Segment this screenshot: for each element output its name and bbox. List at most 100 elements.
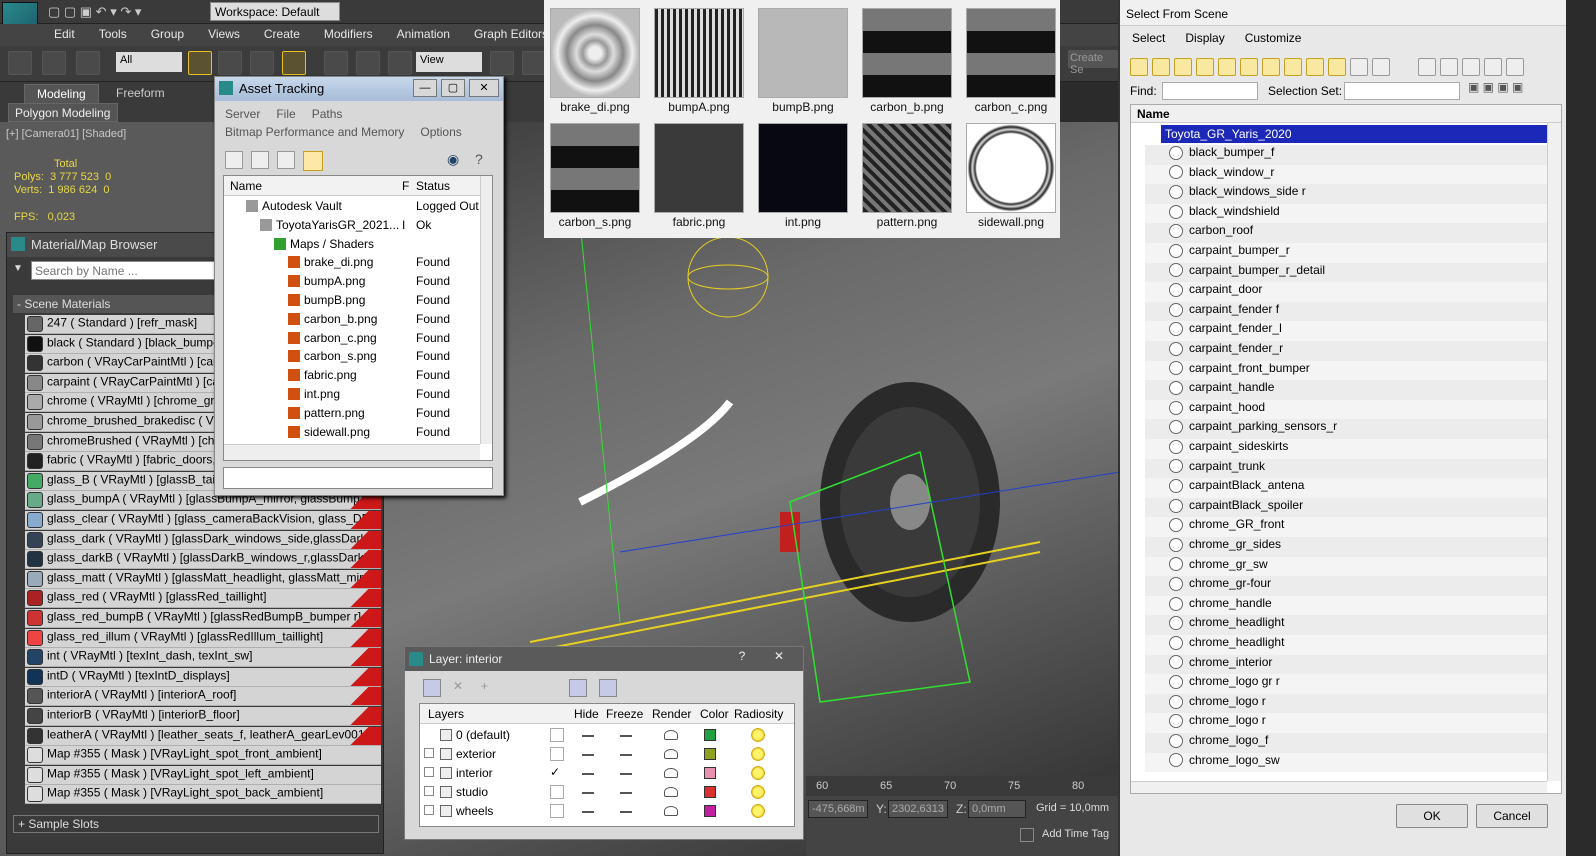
scene-object-row[interactable]: black_windshield (1145, 203, 1557, 224)
minimize-button[interactable]: — (413, 79, 437, 97)
close-button[interactable]: ✕ (469, 79, 499, 97)
refresh-icon[interactable] (225, 151, 243, 169)
scene-object-row[interactable]: black_bumper_f (1145, 145, 1557, 165)
scene-object-row[interactable]: chrome_headlight (1145, 615, 1557, 635)
menu-tools[interactable]: Tools (87, 24, 139, 44)
timeline-ruler[interactable]: 60 65 70 75 80 (806, 776, 1118, 796)
menu-edit[interactable]: Edit (42, 24, 87, 44)
tab-modeling[interactable]: Modeling (24, 84, 99, 104)
layer-col-radiosity[interactable]: Radiosity (734, 707, 783, 721)
freeze-toggle-icon[interactable] (620, 811, 632, 813)
rotate-icon[interactable] (356, 51, 380, 75)
menu-server[interactable]: Server (217, 105, 268, 123)
asset-row[interactable]: sidewall.png Found (224, 423, 480, 442)
scene-object-row[interactable]: chrome_logo r (1145, 713, 1557, 733)
scene-object-row[interactable]: carpaint_parking_sensors_r (1145, 419, 1557, 439)
filter-icon[interactable] (1484, 58, 1502, 76)
sfs-vertical-scrollbar[interactable] (1547, 123, 1561, 781)
display-all-icon[interactable] (1418, 58, 1436, 76)
asset-row[interactable]: bumpB.png Found (224, 291, 480, 310)
scene-object-row[interactable]: carpaintBlack_spoiler (1145, 497, 1557, 518)
menu-create[interactable]: Create (252, 24, 312, 44)
scene-object-row[interactable]: chrome_interior (1145, 654, 1557, 675)
layer-row[interactable]: interior ✓ (420, 764, 794, 783)
menu-bitmap-performance[interactable]: Bitmap Performance and Memory (217, 123, 412, 141)
search-options-icon[interactable]: ▼ (13, 263, 27, 277)
scene-object-row[interactable]: chrome_gr-four (1145, 576, 1557, 596)
scene-object-row[interactable]: carbon_roof (1145, 223, 1557, 243)
quick-access-icons[interactable]: ▢ ▢ ▣ ↶ ▾ ↷ ▾ (48, 4, 198, 20)
select-object-icon[interactable] (188, 51, 212, 75)
material-item[interactable]: glass_darkB ( VRayMtl ) [glassDarkB_wind… (25, 550, 381, 570)
named-selection-input[interactable]: Create Se (1068, 50, 1118, 76)
vertical-scrollbar[interactable] (480, 176, 492, 444)
texture-thumbnail[interactable] (550, 123, 640, 213)
scene-object-row[interactable]: carpaint_sideskirts (1145, 439, 1557, 459)
select-by-name-icon[interactable] (218, 51, 242, 75)
unlink-icon[interactable] (42, 51, 66, 75)
layer-color-swatch[interactable] (704, 805, 716, 817)
layer-col-layers[interactable]: Layers (428, 707, 464, 721)
window-crossing-icon[interactable] (282, 51, 306, 75)
layer-color-swatch[interactable] (704, 767, 716, 779)
freeze-all-icon[interactable] (599, 679, 617, 697)
geometry-filter-icon[interactable] (1130, 58, 1148, 76)
xref-filter-icon[interactable] (1284, 58, 1302, 76)
list-view-icon[interactable] (251, 151, 269, 169)
scene-object-row[interactable]: chrome_logo_f (1145, 733, 1557, 753)
sfs-menu-display[interactable]: Display (1185, 31, 1224, 45)
material-item[interactable]: Map #355 ( Mask ) [VRayLight_spot_back_a… (25, 785, 381, 805)
workspace-dropdown[interactable]: Workspace: Default (210, 2, 340, 21)
sfs-horizontal-scrollbar[interactable] (1131, 781, 1547, 793)
frozen-filter-icon[interactable] (1350, 58, 1368, 76)
light-filter-icon[interactable] (1174, 58, 1192, 76)
menu-file[interactable]: File (268, 105, 303, 123)
add-to-layer-icon[interactable]: + (481, 679, 499, 697)
material-item[interactable]: glass_clear ( VRayMtl ) [glass_cameraBac… (25, 511, 381, 530)
hide-toggle-icon[interactable] (582, 773, 594, 775)
expand-icon[interactable] (424, 748, 434, 758)
scene-root[interactable]: Toyota_GR_Yaris_2020 (1161, 125, 1551, 143)
freeze-toggle-icon[interactable] (620, 735, 632, 737)
sfs-menu-select[interactable]: Select (1132, 31, 1165, 45)
find-input[interactable] (1162, 82, 1258, 100)
render-teapot-icon[interactable] (664, 730, 678, 740)
select-manipulate-icon[interactable] (522, 51, 546, 75)
create-layer-icon[interactable] (423, 679, 441, 697)
y-coordinate[interactable]: 2302,6313 (888, 800, 948, 818)
hide-toggle-icon[interactable] (582, 735, 594, 737)
current-layer-checkbox[interactable] (550, 785, 564, 799)
display-none-icon[interactable] (1440, 58, 1458, 76)
scene-object-row[interactable]: chrome_headlight (1145, 635, 1557, 655)
bind-space-warp-icon[interactable] (76, 51, 100, 75)
menu-options[interactable]: Options (412, 123, 469, 141)
current-layer-checkbox[interactable] (550, 747, 564, 761)
menu-modifiers[interactable]: Modifiers (312, 24, 385, 44)
cancel-button[interactable]: Cancel (1476, 804, 1548, 828)
scene-object-row[interactable]: chrome_gr_sw (1145, 556, 1557, 577)
viewport-label[interactable]: [+] [Camera01] [Shaded] (6, 128, 126, 140)
material-item[interactable]: glass_red ( VRayMtl ) [glassRed_tailligh… (25, 589, 381, 609)
freeze-toggle-icon[interactable] (620, 773, 632, 775)
render-teapot-icon[interactable] (664, 787, 678, 797)
layer-row[interactable]: exterior (420, 745, 794, 764)
selection-filter-dropdown[interactable]: All (116, 52, 182, 72)
current-layer-checkbox[interactable] (550, 804, 564, 818)
vault-icon[interactable]: ◉ (447, 151, 465, 169)
group-filter-icon[interactable] (1262, 58, 1280, 76)
help-button[interactable]: ? (727, 649, 757, 667)
scene-object-row[interactable]: carpaintBlack_antena (1145, 478, 1557, 498)
radiosity-icon[interactable] (750, 746, 766, 762)
menu-animation[interactable]: Animation (385, 24, 462, 44)
expand-icon[interactable] (424, 786, 434, 796)
hide-toggle-icon[interactable] (582, 792, 594, 794)
pivot-icon[interactable] (490, 51, 514, 75)
layer-color-swatch[interactable] (704, 786, 716, 798)
asset-row[interactable]: carbon_s.png Found (224, 347, 480, 366)
layer-color-swatch[interactable] (704, 748, 716, 760)
rect-selection-icon[interactable] (250, 51, 274, 75)
scene-object-row[interactable]: chrome_logo gr r (1145, 674, 1557, 694)
menu-paths[interactable]: Paths (304, 105, 351, 123)
texture-thumbnail[interactable] (862, 123, 952, 213)
horizontal-scrollbar[interactable] (224, 444, 480, 460)
